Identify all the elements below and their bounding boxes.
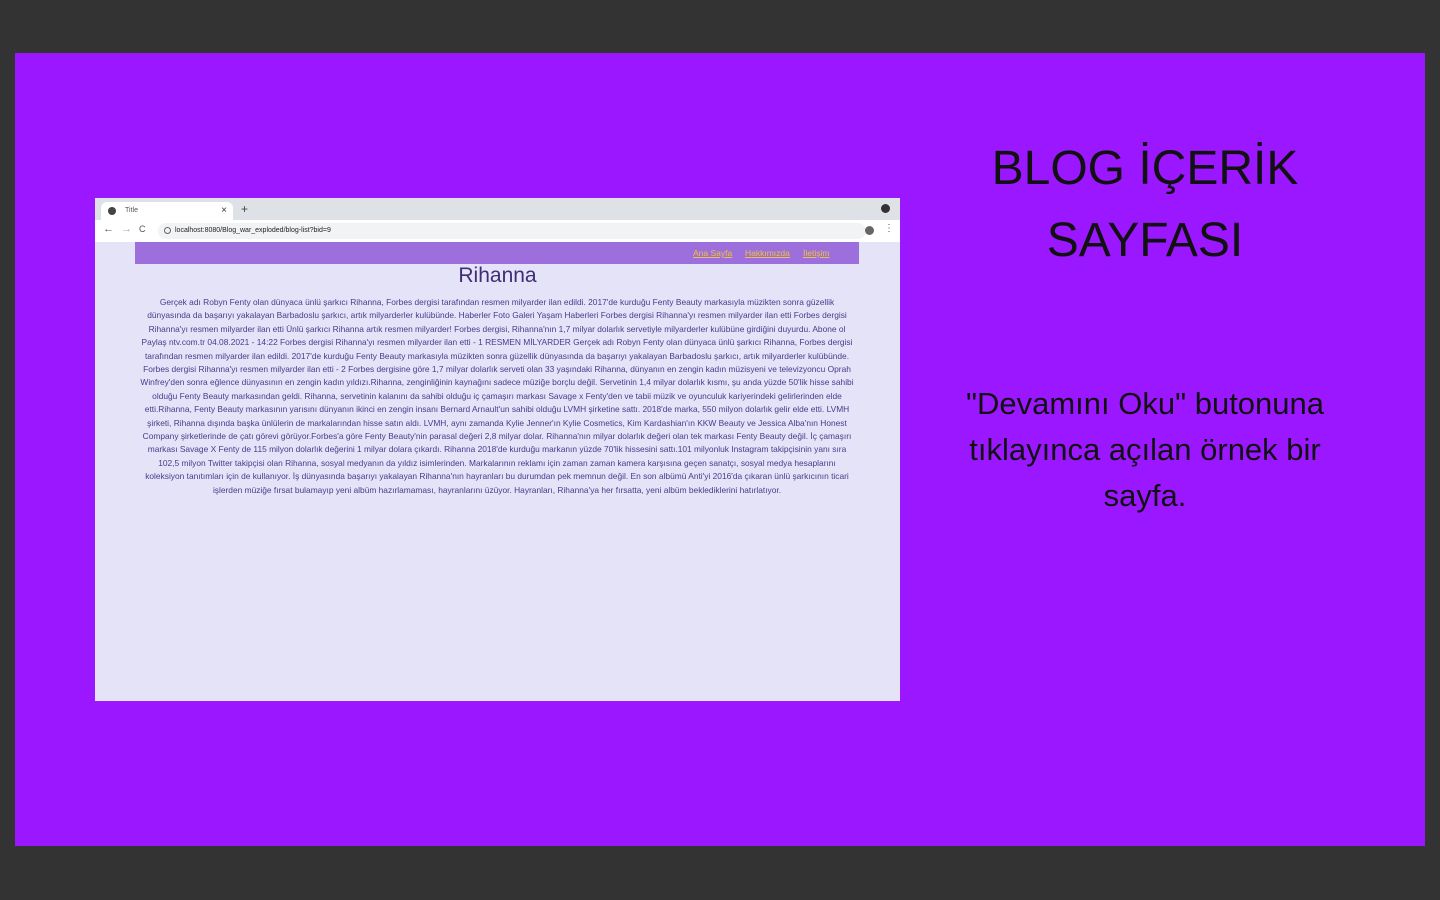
profile-avatar-icon[interactable]: [865, 226, 874, 235]
presentation-slide: Title × + ← → C localhost:8080/Blog_war_…: [15, 53, 1425, 846]
browser-window-screenshot: Title × + ← → C localhost:8080/Blog_war_…: [95, 198, 900, 701]
slide-title: BLOG İÇERİK SAYFASI: [935, 133, 1355, 277]
browser-tab-bar: Title × +: [95, 198, 900, 220]
forward-arrow-icon[interactable]: →: [121, 223, 132, 235]
address-bar[interactable]: localhost:8080/Blog_war_exploded/blog-li…: [158, 223, 866, 239]
site-navbar: Ana Sayfa Hakkımızda İletişim: [135, 242, 859, 264]
tab-title: Title: [125, 207, 138, 214]
globe-icon: [108, 207, 116, 215]
kebab-menu-icon[interactable]: ⋮: [884, 223, 894, 234]
slide-title-line-1: BLOG İÇERİK: [991, 142, 1299, 195]
back-arrow-icon[interactable]: ←: [103, 223, 114, 235]
close-icon[interactable]: ×: [221, 205, 227, 216]
browser-tab[interactable]: Title ×: [101, 202, 233, 220]
new-tab-button[interactable]: +: [241, 202, 248, 216]
reload-icon[interactable]: C: [139, 224, 146, 234]
slide-description: "Devamını Oku" butonuna tıklayınca açıla…: [965, 386, 1325, 513]
url-text[interactable]: localhost:8080/Blog_war_exploded/blog-li…: [175, 227, 331, 234]
nav-link-contact[interactable]: İletişim: [803, 248, 829, 258]
post-title: Rihanna: [458, 264, 537, 287]
slide-title-line-2: SAYFASI: [1046, 214, 1244, 267]
nav-link-home[interactable]: Ana Sayfa: [693, 248, 732, 258]
info-icon[interactable]: [164, 227, 171, 234]
browser-toolbar: ← → C localhost:8080/Blog_war_exploded/b…: [95, 220, 900, 242]
post-body: Gerçek adı Robyn Fenty olan dünyaca ünlü…: [140, 297, 854, 495]
extension-icon[interactable]: [881, 204, 890, 213]
nav-link-about[interactable]: Hakkımızda: [745, 248, 790, 258]
